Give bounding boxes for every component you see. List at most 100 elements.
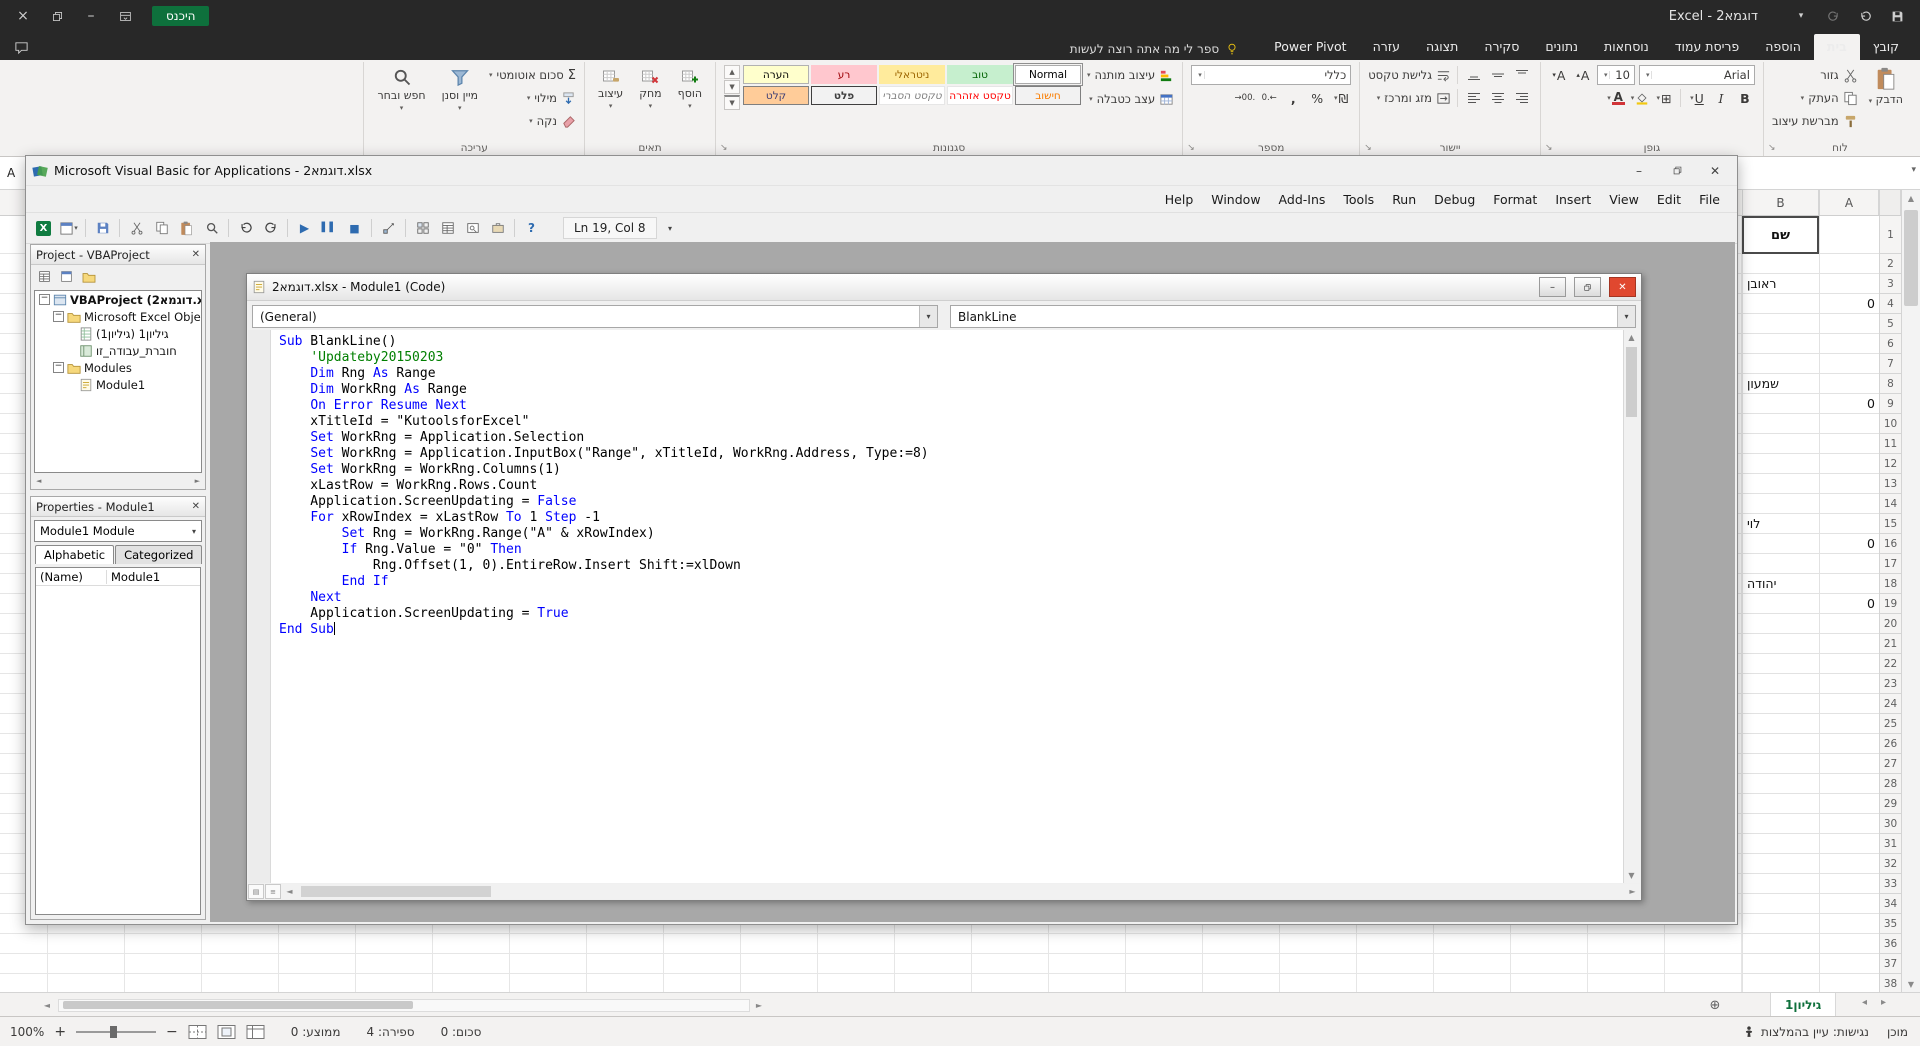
align-left-button[interactable] xyxy=(1464,88,1484,108)
customize-qat-icon[interactable]: ▾ xyxy=(1786,4,1816,28)
row-header-32[interactable]: 32 xyxy=(1879,854,1901,874)
cell-A6[interactable] xyxy=(1819,334,1879,354)
align-bottom-button[interactable] xyxy=(1464,65,1484,85)
cell-A18[interactable] xyxy=(1819,574,1879,594)
tab-alphabetic[interactable]: Alphabetic xyxy=(35,545,114,564)
find-icon[interactable] xyxy=(200,217,223,239)
ribbon-tab-view[interactable]: תצוגה xyxy=(1413,34,1471,60)
row-header-7[interactable]: 7 xyxy=(1879,354,1901,374)
ribbon-tab-power-pivot[interactable]: Power Pivot xyxy=(1261,34,1359,60)
cell-A5[interactable] xyxy=(1819,314,1879,334)
cell-B16[interactable] xyxy=(1742,534,1819,554)
view-code-icon[interactable] xyxy=(35,268,54,286)
minimize-window-icon[interactable]: – xyxy=(76,4,106,28)
cell-B9[interactable] xyxy=(1742,394,1819,414)
font-size-combo[interactable]: 10▾ xyxy=(1597,65,1635,85)
align-top-button[interactable] xyxy=(1512,65,1532,85)
tree-collapse-icon[interactable]: − xyxy=(53,311,64,322)
cell-B2[interactable] xyxy=(1742,254,1819,274)
hscroll-right-icon[interactable]: ► xyxy=(752,998,766,1012)
row-header-8[interactable]: 8 xyxy=(1879,374,1901,394)
vbe-close-icon[interactable]: ✕ xyxy=(1699,160,1731,182)
cell-A21[interactable] xyxy=(1819,634,1879,654)
font-family-combo[interactable]: Arial▾ xyxy=(1639,65,1755,85)
code-margin[interactable] xyxy=(248,330,271,883)
cell-A36[interactable] xyxy=(1819,934,1879,954)
row-header-10[interactable]: 10 xyxy=(1879,414,1901,434)
font-color-button[interactable]: A ▾ xyxy=(1606,88,1626,108)
row-header-36[interactable]: 36 xyxy=(1879,934,1901,954)
row-header-14[interactable]: 14 xyxy=(1879,494,1901,514)
cell-A31[interactable] xyxy=(1819,834,1879,854)
style-chip[interactable]: טקסט אזהרה xyxy=(947,86,1013,105)
procedure-combo[interactable]: BlankLine▾ xyxy=(950,305,1636,328)
cell-A17[interactable] xyxy=(1819,554,1879,574)
row-header-2[interactable]: 2 xyxy=(1879,254,1901,274)
style-chip[interactable]: Normal xyxy=(1015,65,1081,84)
sheet-tab-active[interactable]: גיליון1 xyxy=(1770,993,1836,1018)
cell-B7[interactable] xyxy=(1742,354,1819,374)
ribbon-tab-page-layout[interactable]: פריסת עמוד xyxy=(1662,34,1753,60)
tell-me-search[interactable]: ספר לי מה אתה רוצה לעשות xyxy=(1070,42,1239,56)
ribbon-tab-formulas[interactable]: נוסחאות xyxy=(1591,34,1662,60)
row-header-38[interactable]: 38 xyxy=(1879,974,1901,992)
style-chip[interactable]: רע xyxy=(811,65,877,84)
view-microsoft-excel-icon[interactable]: X xyxy=(32,217,55,239)
redo-icon[interactable] xyxy=(259,217,282,239)
cell-B14[interactable] xyxy=(1742,494,1819,514)
procedure-view-icon[interactable]: ▤ xyxy=(248,884,264,899)
vertical-scroll-thumb[interactable] xyxy=(1904,210,1918,306)
cell-A30[interactable] xyxy=(1819,814,1879,834)
cell-A14[interactable] xyxy=(1819,494,1879,514)
properties-object-combo[interactable]: Module1 Module▾ xyxy=(34,520,202,542)
row-header-11[interactable]: 11 xyxy=(1879,434,1901,454)
cell-A22[interactable] xyxy=(1819,654,1879,674)
row-header-29[interactable]: 29 xyxy=(1879,794,1901,814)
cell-B8[interactable]: שמעון xyxy=(1742,374,1819,394)
align-middle-button[interactable] xyxy=(1488,65,1508,85)
normal-view-icon[interactable] xyxy=(246,1024,265,1040)
format-cells-button[interactable]: עיצוב▾ xyxy=(593,65,628,112)
status-stat[interactable]: סכום: 0 xyxy=(441,1025,482,1039)
properties-close-icon[interactable]: ✕ xyxy=(192,501,200,512)
ribbon-tab-data[interactable]: נתונים xyxy=(1532,34,1591,60)
gallery-up-icon[interactable]: ▲ xyxy=(724,65,740,79)
cell-A33[interactable] xyxy=(1819,874,1879,894)
cell-B22[interactable] xyxy=(1742,654,1819,674)
delete-cells-button[interactable]: מחק▾ xyxy=(634,65,666,112)
paste-button[interactable]: הדבק ▾ xyxy=(1864,65,1908,108)
bold-button[interactable]: B xyxy=(1735,88,1755,108)
zoom-in-icon[interactable]: + xyxy=(54,1024,66,1040)
row-header-1[interactable]: 1 xyxy=(1879,216,1901,254)
code-scroll-right-icon[interactable]: ► xyxy=(1625,887,1640,896)
toolbox-icon[interactable] xyxy=(486,217,509,239)
vertical-scrollbar[interactable]: ▲ ▼ xyxy=(1901,190,1920,992)
cell-A11[interactable] xyxy=(1819,434,1879,454)
increase-decimal-button[interactable]: ←.0 xyxy=(1259,88,1279,108)
tree-collapse-icon[interactable]: − xyxy=(39,294,50,305)
number-dialog-launcher-icon[interactable]: ↘ xyxy=(1187,143,1195,153)
row-header-33[interactable]: 33 xyxy=(1879,874,1901,894)
copy-button[interactable]: העתק ▾ xyxy=(1772,88,1858,108)
row-header-24[interactable]: 24 xyxy=(1879,694,1901,714)
ribbon-display-options-icon[interactable] xyxy=(110,4,140,28)
clipboard-dialog-launcher-icon[interactable]: ↘ xyxy=(1768,143,1776,153)
code-maximize-icon[interactable] xyxy=(1574,277,1601,297)
undo-icon[interactable] xyxy=(1850,4,1880,28)
row-header-34[interactable]: 34 xyxy=(1879,894,1901,914)
design-mode-icon[interactable] xyxy=(377,217,400,239)
cell-B26[interactable] xyxy=(1742,734,1819,754)
cell-B23[interactable] xyxy=(1742,674,1819,694)
code-window-titlebar[interactable]: דוגמא2.xlsx - Module1 (Code) – ✕ xyxy=(247,274,1641,301)
row-header-19[interactable]: 19 xyxy=(1879,594,1901,614)
style-chip[interactable]: ניטראלי xyxy=(879,65,945,84)
code-minimize-icon[interactable]: – xyxy=(1539,277,1566,297)
cell-A24[interactable] xyxy=(1819,694,1879,714)
cell-B35[interactable] xyxy=(1742,914,1819,934)
row-header-20[interactable]: 20 xyxy=(1879,614,1901,634)
cell-A35[interactable] xyxy=(1819,914,1879,934)
cell-A7[interactable] xyxy=(1819,354,1879,374)
ribbon-tab-home[interactable]: בית xyxy=(1814,34,1860,60)
cell-A3[interactable] xyxy=(1819,274,1879,294)
grow-font-button[interactable]: A▴ xyxy=(1573,65,1593,85)
